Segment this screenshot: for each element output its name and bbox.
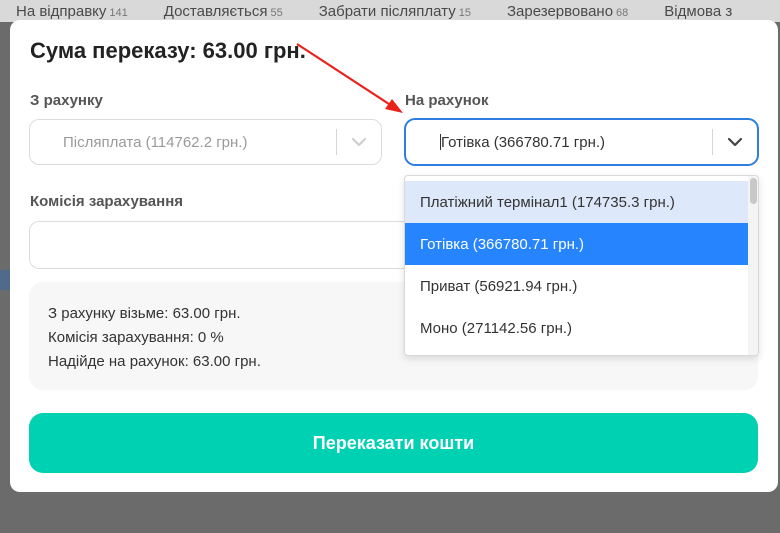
to-account-select[interactable]: Готівка (366780.71 грн.) xyxy=(405,119,758,165)
from-account-value: Післяплата (114762.2 грн.) xyxy=(63,133,248,151)
bg-tab-reserved[interactable]: Зарезервовано 68 xyxy=(507,3,628,20)
from-account-label: З рахунку xyxy=(30,92,103,109)
dropdown-option-selected[interactable]: Готівка (366780.71 грн.) xyxy=(405,223,750,265)
commission-label: Комісія зарахування xyxy=(30,193,184,210)
dropdown-option[interactable]: Моно (271142.56 грн.) xyxy=(405,307,750,349)
chevron-down-icon xyxy=(337,137,381,147)
dropdown-scrollbar[interactable] xyxy=(748,176,758,355)
to-account-label: На рахунок xyxy=(405,92,489,109)
chevron-down-icon[interactable] xyxy=(713,137,757,147)
to-account-dropdown: Платіжний термінал1 (174735.3 грн.) Готі… xyxy=(404,175,759,356)
bg-tab-refusal[interactable]: Відмова з xyxy=(664,3,732,20)
dropdown-option[interactable]: Платіжний термінал1 (174735.3 грн.) xyxy=(405,181,750,223)
commission-input[interactable] xyxy=(29,221,409,269)
background-status-tabs: На відправку 141 Доставляється 55 Забрати … xyxy=(0,0,780,22)
bg-tab-collect-cod[interactable]: Забрати післяплату 15 xyxy=(319,3,471,20)
scrollbar-thumb[interactable] xyxy=(750,178,757,204)
modal-title: Сума переказу: 63.00 грн. xyxy=(30,38,306,63)
bg-tab-to-ship[interactable]: На відправку 141 xyxy=(16,3,128,20)
to-account-value: Готівка (366780.71 грн.) xyxy=(441,133,606,151)
transfer-funds-button[interactable]: Переказати кошти xyxy=(29,413,758,473)
bg-tab-delivering[interactable]: Доставляється 55 xyxy=(164,3,283,20)
bg-left-edge xyxy=(0,270,10,290)
from-account-select[interactable]: Післяплата (114762.2 грн.) xyxy=(29,119,382,165)
dropdown-option[interactable]: Приват (56921.94 грн.) xyxy=(405,265,750,307)
